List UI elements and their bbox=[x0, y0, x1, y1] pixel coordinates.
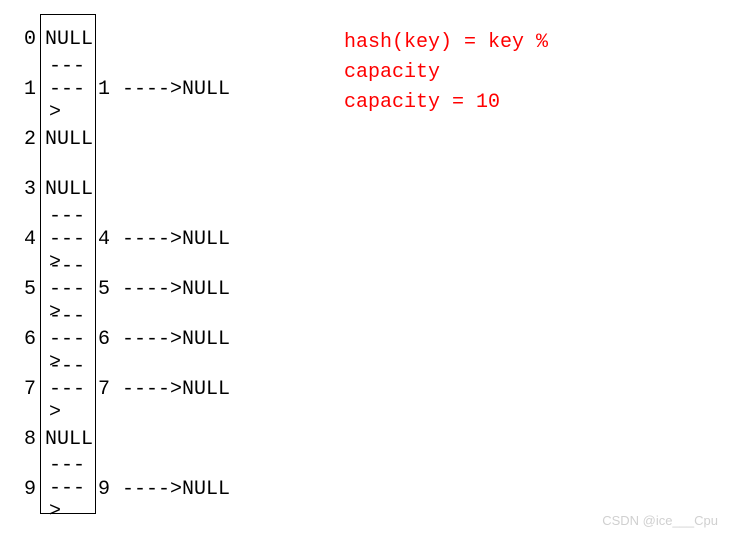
bucket-content: NULL bbox=[45, 28, 93, 51]
bucket-index: 8 bbox=[14, 428, 40, 451]
bucket-cell: ------> bbox=[40, 464, 96, 514]
bucket-chain: 6 ---->NULL bbox=[96, 328, 230, 351]
bucket-row: 2 NULL bbox=[14, 114, 230, 164]
bucket-chain: 4 ---->NULL bbox=[96, 228, 230, 251]
bucket-cell: ------> bbox=[40, 64, 96, 114]
bucket-cell: ------> bbox=[40, 364, 96, 414]
bucket-index: 3 bbox=[14, 178, 40, 201]
hash-table-diagram: 0 NULL 1 ------> 1 ---->NULL 2 NULL 3 NU… bbox=[14, 14, 230, 514]
bucket-index: 9 bbox=[14, 478, 40, 501]
bucket-cell: NULL bbox=[40, 114, 96, 164]
bucket-content: NULL bbox=[45, 128, 93, 151]
bucket-index: 5 bbox=[14, 278, 40, 301]
bucket-row: 9 ------> 9 ---->NULL bbox=[14, 464, 230, 514]
bucket-content: NULL bbox=[45, 178, 93, 201]
bucket-arrow: ------> bbox=[45, 454, 95, 523]
formula-line: capacity bbox=[344, 58, 548, 88]
bucket-index: 1 bbox=[14, 78, 40, 101]
bucket-row: 7 ------> 7 ---->NULL bbox=[14, 364, 230, 414]
watermark: CSDN @ice___Cpu bbox=[602, 513, 718, 528]
bucket-content: NULL bbox=[45, 428, 93, 451]
bucket-index: 0 bbox=[14, 28, 40, 51]
formula-line: hash(key) = key % bbox=[344, 28, 548, 58]
bucket-index: 7 bbox=[14, 378, 40, 401]
hash-formula: hash(key) = key % capacity capacity = 10 bbox=[344, 28, 548, 118]
bucket-index: 2 bbox=[14, 128, 40, 151]
formula-line: capacity = 10 bbox=[344, 88, 548, 118]
bucket-row: 1 ------> 1 ---->NULL bbox=[14, 64, 230, 114]
bucket-index: 4 bbox=[14, 228, 40, 251]
bucket-index: 6 bbox=[14, 328, 40, 351]
bucket-chain: 1 ---->NULL bbox=[96, 78, 230, 101]
bucket-chain: 7 ---->NULL bbox=[96, 378, 230, 401]
bucket-chain: 5 ---->NULL bbox=[96, 278, 230, 301]
bucket-chain: 9 ---->NULL bbox=[96, 478, 230, 501]
